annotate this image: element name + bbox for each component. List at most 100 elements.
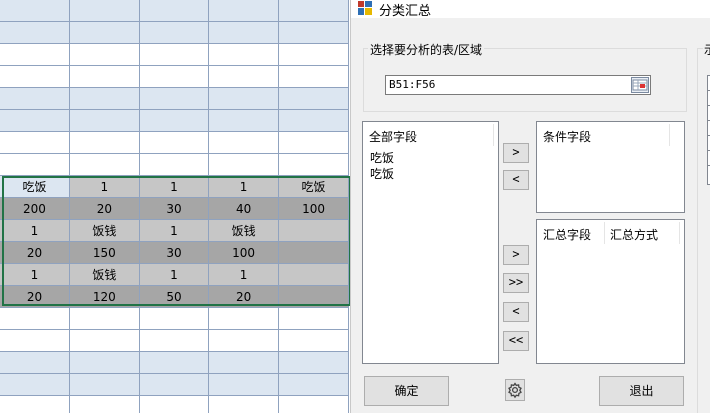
sheet-cell[interactable]: 200 [0, 197, 70, 220]
sheet-row[interactable] [0, 395, 349, 413]
sheet-cell[interactable] [68, 0, 140, 22]
sheet-row[interactable] [0, 153, 349, 176]
remove-condition-button[interactable]: < [503, 170, 529, 190]
sheet-cell[interactable]: 饭钱 [68, 219, 140, 242]
sheet-cell[interactable] [68, 21, 140, 44]
sheet-cell[interactable] [0, 351, 70, 374]
spreadsheet-grid[interactable]: 吃饭 1 1 1 吃饭 200 20 30 40 100 1 饭钱 1 饭钱 20 150 30 100 1 饭钱 1 1… [0, 0, 350, 413]
sheet-cell[interactable] [208, 21, 280, 44]
sheet-cell[interactable]: 1 [138, 175, 210, 198]
sheet-cell[interactable]: 1 [138, 263, 210, 286]
sheet-cell[interactable]: 100 [278, 197, 349, 220]
sheet-cell[interactable]: 20 [0, 241, 70, 264]
sheet-cell[interactable] [68, 131, 140, 154]
sheet-cell[interactable]: 20 [0, 285, 70, 308]
sheet-cell[interactable] [68, 87, 140, 110]
cell-table[interactable]: 吃饭 1 1 1 吃饭 200 20 30 40 100 1 饭钱 1 饭钱 20 150 30 100 1 饭钱 1 1… [0, 0, 349, 413]
sheet-cell[interactable] [68, 351, 140, 374]
sheet-cell[interactable] [0, 65, 70, 88]
sheet-row[interactable] [0, 43, 349, 66]
add-condition-button[interactable]: > [503, 143, 529, 163]
sheet-cell[interactable] [0, 0, 70, 22]
sheet-cell[interactable] [0, 43, 70, 66]
sheet-row[interactable] [0, 131, 349, 154]
sheet-cell[interactable] [278, 395, 349, 413]
field-item[interactable]: 吃饭 [370, 165, 394, 182]
sheet-cell[interactable] [278, 153, 349, 176]
sheet-cell[interactable] [278, 307, 349, 330]
sheet-cell[interactable] [68, 43, 140, 66]
sheet-cell[interactable] [278, 351, 349, 374]
range-input[interactable]: B51:F56 [385, 75, 651, 95]
sheet-cell[interactable] [208, 351, 280, 374]
sheet-cell[interactable] [0, 21, 70, 44]
sheet-row[interactable] [0, 351, 349, 374]
sheet-cell[interactable] [68, 307, 140, 330]
sheet-cell[interactable] [208, 109, 280, 132]
sheet-cell[interactable]: 30 [138, 241, 210, 264]
sheet-row[interactable]: 20 120 50 20 [0, 285, 349, 308]
remove-all-summary-button[interactable]: << [503, 331, 529, 351]
sheet-cell[interactable]: 吃饭 [0, 175, 70, 198]
sheet-row[interactable] [0, 87, 349, 110]
sheet-cell[interactable] [278, 21, 349, 44]
sheet-cell[interactable] [208, 43, 280, 66]
sheet-cell[interactable] [0, 329, 70, 352]
sheet-cell[interactable] [278, 131, 349, 154]
sheet-cell[interactable] [68, 153, 140, 176]
sheet-cell[interactable]: 1 [138, 219, 210, 242]
exit-button[interactable]: 退出 [599, 376, 684, 406]
sheet-cell[interactable] [208, 153, 280, 176]
sheet-cell[interactable]: 50 [138, 285, 210, 308]
sheet-cell[interactable] [0, 87, 70, 110]
sheet-cell[interactable]: 饭钱 [68, 263, 140, 286]
sheet-cell[interactable]: 40 [208, 197, 280, 220]
sheet-row[interactable] [0, 307, 349, 330]
sheet-cell[interactable]: 吃饭 [278, 175, 349, 198]
sheet-cell[interactable]: 30 [138, 197, 210, 220]
sheet-row[interactable] [0, 21, 349, 44]
sheet-cell[interactable] [138, 351, 210, 374]
sheet-cell[interactable]: 1 [0, 263, 70, 286]
sheet-row[interactable] [0, 329, 349, 352]
sheet-cell[interactable] [138, 373, 210, 396]
add-summary-button[interactable]: > [503, 245, 529, 265]
sheet-cell[interactable] [138, 307, 210, 330]
range-picker-icon[interactable] [631, 77, 649, 93]
sheet-cell[interactable] [208, 87, 280, 110]
sheet-cell[interactable] [278, 87, 349, 110]
sheet-cell[interactable] [0, 373, 70, 396]
add-all-summary-button[interactable]: >> [503, 273, 529, 293]
sheet-cell[interactable] [208, 65, 280, 88]
sheet-cell[interactable] [138, 131, 210, 154]
sheet-cell[interactable] [278, 109, 349, 132]
sheet-row[interactable] [0, 109, 349, 132]
sheet-cell[interactable] [138, 329, 210, 352]
sheet-cell[interactable]: 饭钱 [208, 219, 280, 242]
sheet-cell[interactable] [278, 329, 349, 352]
sheet-cell[interactable] [278, 65, 349, 88]
sheet-cell[interactable]: 100 [208, 241, 280, 264]
sheet-cell[interactable] [138, 153, 210, 176]
sheet-cell[interactable]: 1 [68, 175, 140, 198]
remove-summary-button[interactable]: < [503, 302, 529, 322]
sheet-cell[interactable] [278, 241, 349, 264]
sheet-cell[interactable] [68, 329, 140, 352]
sheet-cell[interactable] [68, 65, 140, 88]
all-fields-list[interactable]: 全部字段 吃饭 吃饭 [362, 121, 499, 364]
sheet-cell[interactable] [68, 373, 140, 396]
sheet-row[interactable] [0, 0, 349, 22]
sheet-cell[interactable] [278, 219, 349, 242]
sheet-cell[interactable] [68, 109, 140, 132]
field-item[interactable]: 吃饭 [370, 149, 394, 166]
sheet-cell[interactable] [278, 0, 349, 22]
sheet-cell[interactable]: 120 [68, 285, 140, 308]
sheet-cell[interactable] [278, 373, 349, 396]
sheet-cell[interactable] [138, 43, 210, 66]
sheet-cell[interactable] [0, 395, 70, 413]
sheet-cell[interactable] [278, 285, 349, 308]
sheet-row[interactable] [0, 65, 349, 88]
sheet-cell[interactable] [208, 329, 280, 352]
sheet-cell[interactable] [208, 395, 280, 413]
sheet-row[interactable]: 吃饭 1 1 1 吃饭 [0, 175, 349, 198]
